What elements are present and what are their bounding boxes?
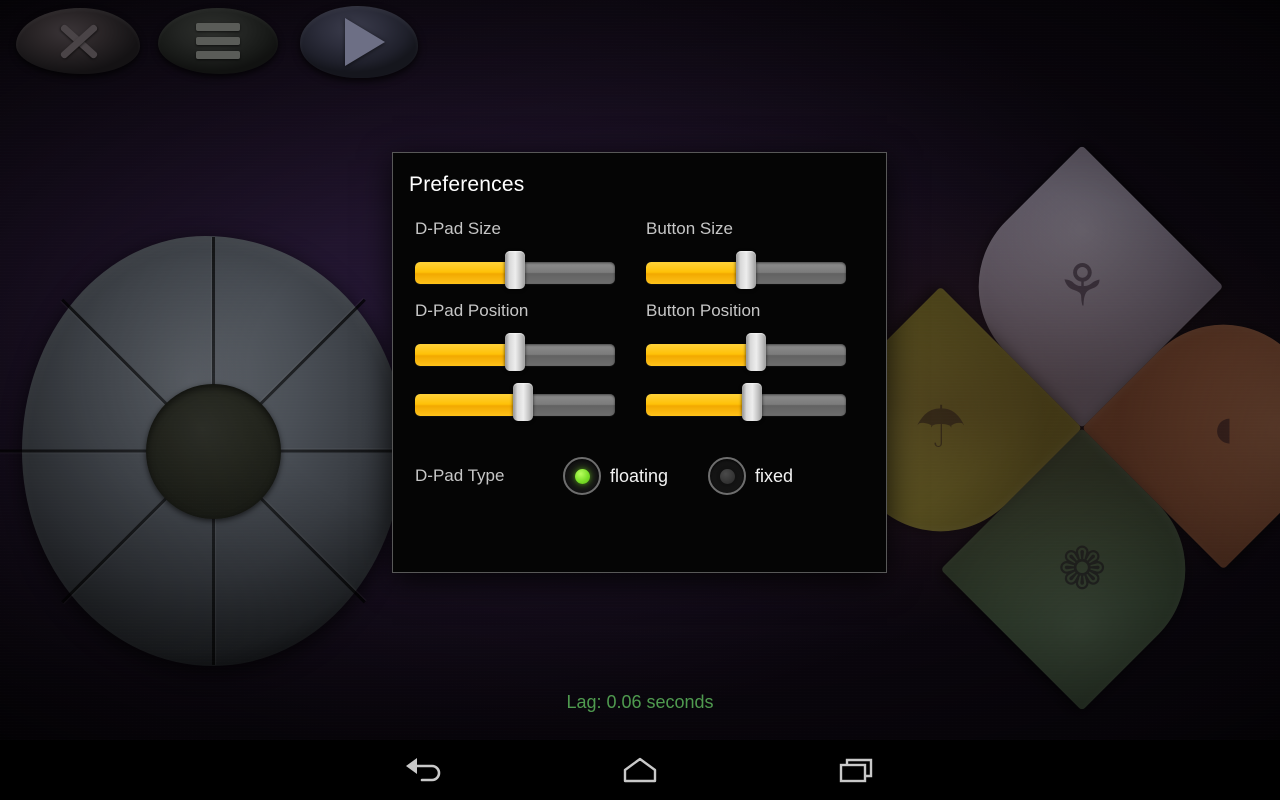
slider-fill: [646, 394, 752, 416]
dpad-position-label: D-Pad Position: [415, 301, 529, 320]
wheel-wedge-bottom: ❁: [940, 428, 1224, 711]
slider-fill: [646, 344, 756, 366]
dpad-seam: [211, 451, 215, 665]
button-size-label: Button Size: [646, 219, 733, 238]
slider-fill: [415, 394, 523, 416]
dpad-type-option-floating[interactable]: floating: [563, 457, 668, 495]
slider-thumb[interactable]: [746, 333, 766, 371]
radio-selected-icon[interactable]: [563, 457, 601, 495]
dpad-center-hub: [146, 384, 281, 519]
button-size-field: Button Size: [646, 219, 861, 301]
slider-thumb[interactable]: [505, 251, 525, 289]
dpad-flower-shape: [22, 236, 404, 666]
nav-back-button[interactable]: [364, 740, 484, 800]
back-arrow-icon: [406, 758, 441, 782]
dpad-size-slider[interactable]: [415, 251, 615, 289]
dpad-seam: [60, 298, 215, 453]
slider-fill: [415, 344, 515, 366]
wheel-wedge-right-glyph: ◖: [1205, 395, 1241, 461]
dpad-type-floating-label: floating: [610, 465, 669, 486]
dpad-seam: [60, 449, 215, 604]
clay-dpad-art: [0, 236, 427, 666]
dpad-size-label: D-Pad Size: [415, 219, 501, 238]
wheel-wedge-top-glyph: ⚘: [1056, 253, 1108, 319]
android-nav-bar: [0, 740, 1280, 800]
wheel-wedge-right: ◖: [1082, 286, 1280, 570]
dpad-seam: [211, 449, 366, 604]
dpad-position-field: D-Pad Position: [415, 301, 630, 433]
recent-apps-icon: [839, 758, 873, 783]
menu-button[interactable]: [158, 8, 278, 74]
wheel-wedge-left-glyph: ☂: [914, 395, 967, 460]
dpad-seam: [211, 298, 366, 453]
play-triangle-icon: [345, 18, 385, 66]
button-position-label: Button Position: [646, 301, 761, 320]
slider-fill: [646, 262, 746, 284]
dialog-body: D-Pad Size Button Size D-Pad Position Bu…: [393, 219, 886, 572]
dpad-position-y-slider[interactable]: [415, 383, 615, 421]
button-size-slider[interactable]: [646, 251, 846, 289]
lag-status-text: Lag: 0.06 seconds: [566, 692, 714, 712]
size-field-row: D-Pad Size Button Size: [415, 219, 864, 301]
nav-home-button[interactable]: [580, 740, 700, 800]
button-position-y-slider[interactable]: [646, 383, 846, 421]
dpad-size-field: D-Pad Size: [415, 219, 630, 301]
dpad-position-x-slider[interactable]: [415, 333, 615, 371]
wheel-wedge-bottom-glyph: ❁: [1057, 536, 1107, 602]
dpad-type-fixed-label: fixed: [755, 465, 794, 486]
button-position-x-slider[interactable]: [646, 333, 846, 371]
dpad-seam: [211, 237, 215, 451]
home-icon: [623, 757, 657, 783]
wheel-wedge-top: ⚘: [940, 145, 1224, 428]
slider-fill: [415, 262, 515, 284]
dpad-type-row: D-Pad Type floating fixed: [415, 457, 864, 495]
dpad-seam: [0, 449, 213, 453]
slider-thumb[interactable]: [513, 383, 533, 421]
android-screen: ⚘ ◖ ❁ ☂ Preferences D-Pad Size Button Si…: [0, 0, 1280, 800]
game-canvas: ⚘ ◖ ❁ ☂ Preferences D-Pad Size Button Si…: [0, 0, 1280, 740]
clay-button-wheel-art: ⚘ ◖ ❁ ☂: [799, 145, 1280, 711]
dialog-title: Preferences: [409, 173, 525, 196]
slider-thumb[interactable]: [505, 333, 525, 371]
slider-thumb[interactable]: [742, 383, 762, 421]
nav-recent-apps-button[interactable]: [797, 740, 917, 800]
close-button[interactable]: [16, 8, 140, 74]
preferences-dialog: Preferences D-Pad Size Button Size D-Pad…: [392, 152, 887, 573]
dpad-type-label: D-Pad Type: [415, 466, 505, 485]
play-button[interactable]: [300, 6, 418, 78]
dpad-type-option-fixed[interactable]: fixed: [708, 457, 793, 495]
close-x-icon: [52, 15, 104, 67]
radio-unselected-icon[interactable]: [708, 457, 747, 495]
button-position-field: Button Position: [646, 301, 861, 433]
slider-thumb[interactable]: [736, 251, 756, 289]
hamburger-menu-icon: [196, 23, 240, 59]
position-field-row: D-Pad Position Button Position: [415, 301, 864, 433]
